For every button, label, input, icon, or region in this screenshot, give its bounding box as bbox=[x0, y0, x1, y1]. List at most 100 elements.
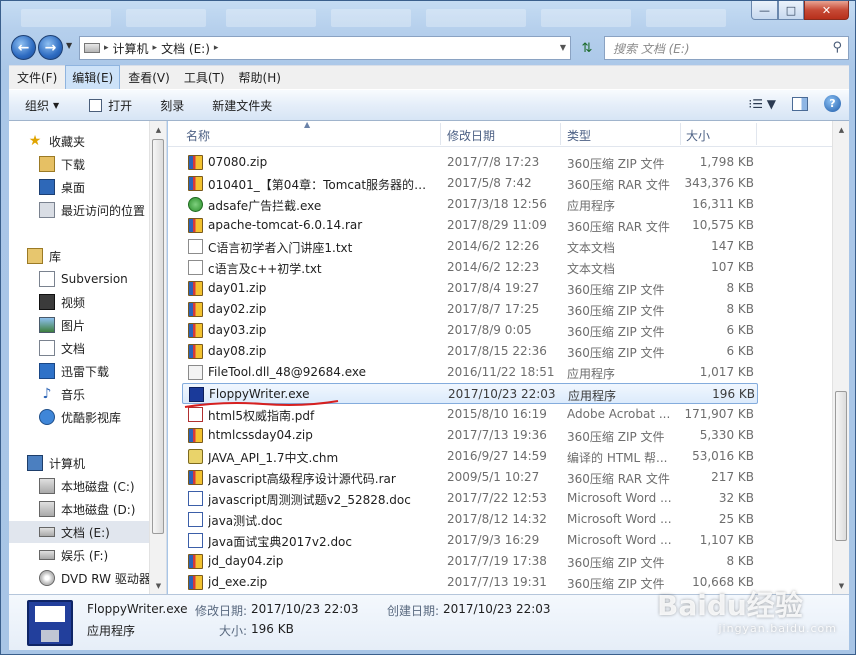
breadcrumb-computer[interactable]: 计算机 bbox=[113, 40, 149, 57]
nav-libraries[interactable]: 库 bbox=[27, 245, 61, 267]
menu-tools[interactable]: 工具(T) bbox=[178, 66, 231, 89]
column-name[interactable]: 名称 bbox=[186, 127, 210, 144]
table-row[interactable]: day01.zip 2017/8/4 19:27 360压缩 ZIP 文件 8 KB bbox=[182, 278, 758, 299]
nav-item-label: 最近访问的位置 bbox=[61, 203, 146, 218]
menu-file[interactable]: 文件(F) bbox=[11, 66, 63, 89]
file-date: 2016/11/22 18:51 bbox=[447, 365, 555, 379]
table-row[interactable]: 07080.zip 2017/7/8 17:23 360压缩 ZIP 文件 1,798… bbox=[182, 152, 758, 173]
nav-item-desktop[interactable]: 桌面 bbox=[39, 176, 85, 198]
nav-item-drive-c[interactable]: 本地磁盘 (C:) bbox=[39, 475, 135, 497]
table-row[interactable]: java测试.doc 2017/8/12 14:32 Microsoft Word … bbox=[182, 509, 758, 530]
nav-item-drive-f[interactable]: 娱乐 (F:) bbox=[39, 544, 108, 566]
scroll-up-icon[interactable]: ▲ bbox=[150, 121, 166, 138]
table-row[interactable]: c语言及c++初学.txt 2014/6/2 12:23 文本文档 107 KB bbox=[182, 257, 758, 278]
table-row[interactable]: htmlcssday04.zip 2017/7/13 19:36 360压缩 ZIP… bbox=[182, 425, 758, 446]
table-row[interactable]: adsafe广告拦截.exe 2017/3/18 12:56 应用程序 16,311 … bbox=[182, 194, 758, 215]
scroll-down-icon[interactable]: ▼ bbox=[833, 577, 849, 594]
address-bar[interactable]: ▸ 计算机 ▸ 文档 (E:) ▸ ▼ bbox=[79, 36, 571, 60]
nav-item-pictures[interactable]: 图片 bbox=[39, 314, 85, 336]
file-date: 2017/8/12 14:32 bbox=[447, 512, 547, 526]
history-dropdown[interactable]: ▼ bbox=[66, 41, 72, 50]
chevron-down-icon: ▼ bbox=[66, 41, 73, 50]
chevron-down-icon[interactable]: ▼ bbox=[560, 43, 566, 52]
open-button[interactable]: 打开 bbox=[69, 90, 142, 120]
new-folder-button[interactable]: 新建文件夹 bbox=[194, 90, 282, 120]
nav-item-videos[interactable]: 视频 bbox=[39, 291, 85, 313]
menu-edit[interactable]: 编辑(E) bbox=[65, 65, 121, 90]
menu-help[interactable]: 帮助(H) bbox=[233, 66, 287, 89]
breadcrumb-separator-icon[interactable]: ▸ bbox=[104, 43, 109, 53]
nav-item-documents[interactable]: 文档 bbox=[39, 337, 85, 359]
table-row[interactable]: html5权威指南.pdf 2015/8/10 16:19 Adobe Acroba… bbox=[182, 404, 758, 425]
column-type[interactable]: 类型 bbox=[567, 127, 591, 144]
nav-item-drive-d[interactable]: 本地磁盘 (D:) bbox=[39, 498, 135, 520]
table-row[interactable]: C语言初学者入门讲座1.txt 2014/6/2 12:26 文本文档 147 KB bbox=[182, 236, 758, 257]
breadcrumb-separator-icon[interactable]: ▸ bbox=[214, 43, 219, 53]
computer-icon bbox=[27, 455, 43, 471]
table-row[interactable]: javascript周测测试题v2_52828.doc 2017/7/22 12:… bbox=[182, 488, 758, 509]
nav-item-youku[interactable]: 优酷影视库 bbox=[39, 406, 121, 428]
nav-item-recent[interactable]: 最近访问的位置 bbox=[39, 199, 145, 221]
filelist-scrollbar[interactable]: ▲ ▼ bbox=[832, 121, 849, 594]
breadcrumb-drive-e[interactable]: 文档 (E:) bbox=[161, 40, 210, 57]
nav-item-dvd[interactable]: DVD RW 驱动器 bbox=[39, 567, 151, 589]
forward-button[interactable]: → bbox=[38, 35, 63, 60]
back-button[interactable]: ← bbox=[11, 35, 36, 60]
table-row[interactable]: 010401_【第04章：Tomcat服务器的安... 2017/5/8 7:42… bbox=[182, 173, 758, 194]
nav-item-downloads[interactable]: 下载 bbox=[39, 153, 85, 175]
table-row[interactable]: jd_exe.zip 2017/7/13 19:31 360压缩 ZIP 文件 10,… bbox=[182, 572, 758, 593]
nav-favorites[interactable]: ★ 收藏夹 bbox=[27, 130, 85, 152]
nav-item-subversion[interactable]: Subversion bbox=[39, 268, 128, 290]
file-size: 5,330 KB bbox=[699, 428, 754, 442]
file-type: 文本文档 bbox=[567, 241, 616, 255]
menu-view[interactable]: 查看(V) bbox=[122, 66, 176, 89]
nav-item-music[interactable]: ♪ 音乐 bbox=[39, 383, 85, 405]
column-date[interactable]: 修改日期 bbox=[447, 127, 495, 144]
maximize-button[interactable]: □ bbox=[778, 1, 804, 20]
scroll-thumb[interactable] bbox=[835, 391, 847, 541]
refresh-button[interactable]: ⇅ bbox=[575, 37, 599, 59]
open-icon bbox=[89, 98, 103, 112]
table-row[interactable]: Javascript高级程序设计源代码.rar 2009/5/1 10:27 360… bbox=[182, 467, 758, 488]
nav-item-label: Subversion bbox=[61, 272, 128, 286]
search-icon[interactable]: ⚲ bbox=[832, 40, 842, 55]
file-size: 343,376 KB bbox=[684, 176, 754, 190]
table-row[interactable]: JAVA_API_1.7中文.chm 2016/9/27 14:59 编译的 HTM… bbox=[182, 446, 758, 467]
table-row[interactable]: day08.zip 2017/8/15 22:36 360压缩 ZIP 文件 6 KB bbox=[182, 341, 758, 362]
search-input[interactable]: 搜索 文档 (E:) ⚲ bbox=[604, 36, 849, 60]
file-name: FloppyWriter.exe bbox=[209, 387, 310, 401]
organize-button[interactable]: 组织 ▼ bbox=[9, 90, 69, 120]
close-button[interactable]: ✕ bbox=[804, 1, 849, 20]
file-row-selected[interactable]: FloppyWriter.exe 2017/10/23 22:03 应用程序 196 … bbox=[182, 383, 758, 404]
column-divider[interactable] bbox=[680, 123, 681, 145]
scroll-thumb[interactable] bbox=[152, 139, 164, 534]
nav-computer[interactable]: 计算机 bbox=[27, 452, 85, 474]
nav-item-drive-e[interactable]: 文档 (E:) bbox=[9, 521, 159, 543]
column-divider[interactable] bbox=[440, 123, 441, 145]
file-type: 360压缩 ZIP 文件 bbox=[567, 430, 665, 444]
table-row[interactable]: Java面试宝典2017v2.doc 2017/9/3 16:29 Microsof… bbox=[182, 530, 758, 551]
minimize-button[interactable]: — bbox=[751, 1, 778, 20]
table-row[interactable]: day02.zip 2017/8/7 17:25 360压缩 ZIP 文件 8 KB bbox=[182, 299, 758, 320]
scroll-up-icon[interactable]: ▲ bbox=[833, 121, 849, 138]
breadcrumb-separator-icon[interactable]: ▸ bbox=[153, 43, 158, 53]
preview-pane-button[interactable] bbox=[792, 96, 808, 111]
navpane-scrollbar[interactable]: ▲ ▼ bbox=[149, 121, 166, 594]
view-options-button[interactable]: ⁝☰ ▼ bbox=[748, 97, 776, 111]
file-type: Microsoft Word ... bbox=[567, 512, 672, 526]
nav-libraries-label: 库 bbox=[49, 249, 62, 264]
column-size[interactable]: 大小 bbox=[686, 127, 710, 144]
table-row[interactable]: day03.zip 2017/8/9 0:05 360压缩 ZIP 文件 6 KB bbox=[182, 320, 758, 341]
scroll-down-icon[interactable]: ▼ bbox=[150, 577, 166, 594]
table-row[interactable]: jd_day04.zip 2017/7/19 17:38 360压缩 ZIP 文件 8… bbox=[182, 551, 758, 572]
file-name: JAVA_API_1.7中文.chm bbox=[208, 451, 339, 465]
file-size: 6 KB bbox=[726, 344, 754, 358]
column-divider[interactable] bbox=[756, 123, 757, 145]
nav-item-thunder[interactable]: 迅雷下载 bbox=[39, 360, 109, 382]
table-row[interactable]: apache-tomcat-6.0.14.rar 2017/8/29 11:09 3… bbox=[182, 215, 758, 236]
table-row[interactable]: FileTool.dll_48@92684.exe 2016/11/22 18:5… bbox=[182, 362, 758, 383]
system-drive-icon bbox=[39, 478, 55, 494]
help-button[interactable]: ? bbox=[824, 95, 841, 112]
burn-button[interactable]: 刻录 bbox=[142, 90, 194, 120]
column-divider[interactable] bbox=[560, 123, 561, 145]
